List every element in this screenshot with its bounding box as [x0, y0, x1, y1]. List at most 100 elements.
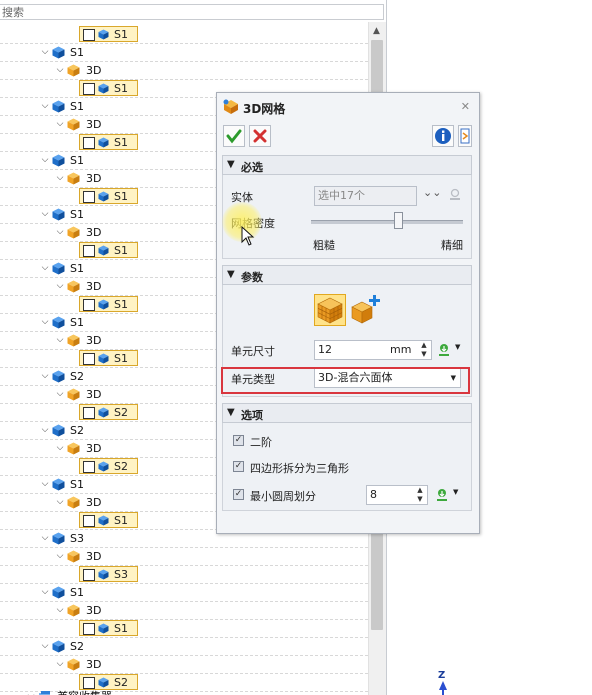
- tree-node-checkbox[interactable]: [83, 461, 95, 473]
- min-circle-dropdown-icon[interactable]: ▼: [453, 488, 458, 496]
- blue-cube-icon: [98, 677, 109, 688]
- chevron-down-icon[interactable]: ⌵: [55, 497, 65, 507]
- unit-size-input[interactable]: 12 mm ▲ ▼: [314, 340, 432, 360]
- chevron-down-icon[interactable]: ⌵: [55, 65, 65, 75]
- split-quad-checkbox[interactable]: ✓: [233, 461, 244, 472]
- tree-leaf-node[interactable]: S2: [79, 404, 138, 420]
- tree-node-checkbox[interactable]: [83, 299, 95, 311]
- unit-size-download-icon[interactable]: [437, 343, 451, 357]
- chevron-down-icon[interactable]: ⌵: [40, 101, 50, 111]
- section-options-header[interactable]: ▼ 选项: [222, 403, 472, 423]
- tree-node-checkbox[interactable]: [83, 191, 95, 203]
- tree-leaf-row[interactable]: S1: [0, 620, 368, 638]
- mesh-density-slider-thumb[interactable]: [393, 212, 403, 229]
- chevron-down-icon[interactable]: ⌵: [55, 659, 65, 669]
- tree-node-checkbox[interactable]: [83, 407, 95, 419]
- tree-node-checkbox[interactable]: [83, 29, 95, 41]
- tree-node-label: S2: [70, 424, 84, 437]
- tree-leaf-row[interactable]: S3: [0, 566, 368, 584]
- chevron-down-icon[interactable]: ⌵: [40, 209, 50, 219]
- chevron-down-icon[interactable]: ⌵: [40, 155, 50, 165]
- tree-collector-row[interactable]: ⌵ 兼容收集器: [0, 688, 368, 695]
- entity-filter-icon[interactable]: [448, 188, 462, 202]
- chevron-down-icon[interactable]: ⌵: [26, 691, 36, 695]
- chevron-down-icon[interactable]: ⌵: [40, 533, 50, 543]
- tree-body-row[interactable]: ⌵ S2: [0, 638, 368, 656]
- chevron-down-icon[interactable]: ⌵: [40, 641, 50, 651]
- mesh-density-slider-track[interactable]: [311, 220, 463, 224]
- min-circle-download-icon[interactable]: [435, 488, 449, 502]
- tree-body-row[interactable]: ⌵ S1: [0, 584, 368, 602]
- mesh-type-add-button[interactable]: [349, 294, 383, 326]
- chevron-down-icon[interactable]: ⌵: [40, 479, 50, 489]
- section-required-header[interactable]: ▼ 必选: [222, 155, 472, 175]
- tree-search-input[interactable]: 搜索: [0, 4, 384, 20]
- mesh-type-hexa-button[interactable]: [314, 294, 346, 326]
- second-order-checkbox[interactable]: ✓: [233, 435, 244, 446]
- ok-button[interactable]: [223, 125, 245, 147]
- tree-node-checkbox[interactable]: [83, 623, 95, 635]
- tree-leaf-node[interactable]: S3: [79, 566, 138, 582]
- tree-node-checkbox[interactable]: [83, 245, 95, 257]
- chevron-down-icon[interactable]: ⌵: [40, 371, 50, 381]
- tree-node-label: 3D: [86, 604, 102, 617]
- tree-leaf-node[interactable]: S1: [79, 26, 138, 42]
- chevron-down-icon[interactable]: ⌵: [55, 389, 65, 399]
- section-params-header[interactable]: ▼ 参数: [222, 265, 472, 285]
- tree-leaf-node[interactable]: S1: [79, 620, 138, 636]
- dialog-title-bar[interactable]: 3D网格 ✕: [217, 93, 479, 119]
- tree-node-checkbox[interactable]: [83, 353, 95, 365]
- tree-mesh-row[interactable]: ⌵ 3D: [0, 548, 368, 566]
- chevron-down-icon[interactable]: ⌵: [55, 605, 65, 615]
- tree-leaf-row[interactable]: S1: [0, 26, 368, 44]
- chevron-down-icon[interactable]: ⌵: [40, 317, 50, 327]
- tree-leaf-node[interactable]: S1: [79, 512, 138, 528]
- chevron-down-icon[interactable]: ⌵: [55, 443, 65, 453]
- chevron-down-icon[interactable]: ⌵: [55, 281, 65, 291]
- tree-leaf-node[interactable]: S1: [79, 188, 138, 204]
- tree-leaf-node[interactable]: S1: [79, 350, 138, 366]
- tree-node-label: S1: [70, 154, 84, 167]
- unit-size-spinner[interactable]: ▲ ▼: [419, 341, 429, 359]
- min-circle-input[interactable]: 8 ▲ ▼: [366, 485, 428, 505]
- chevron-down-icon[interactable]: ⌵: [55, 173, 65, 183]
- tree-leaf-label: S1: [114, 514, 128, 527]
- chevron-down-icon[interactable]: ⌵: [55, 335, 65, 345]
- chevron-down-icon[interactable]: ⌵: [40, 587, 50, 597]
- blue-cube-icon: [52, 208, 65, 221]
- tree-leaf-label: S3: [114, 568, 128, 581]
- tree-mesh-row[interactable]: ⌵ 3D: [0, 602, 368, 620]
- tree-leaf-node[interactable]: S1: [79, 134, 138, 150]
- tree-body-row[interactable]: ⌵ S1: [0, 44, 368, 62]
- chevron-down-icon[interactable]: ⌵: [40, 263, 50, 273]
- tree-leaf-node[interactable]: S1: [79, 296, 138, 312]
- cancel-button[interactable]: [249, 125, 271, 147]
- help-panel-button[interactable]: [458, 125, 472, 147]
- section-required-title: 必选: [241, 161, 263, 174]
- tree-node-checkbox[interactable]: [83, 137, 95, 149]
- tree-node-checkbox[interactable]: [83, 569, 95, 581]
- tree-leaf-node[interactable]: S1: [79, 242, 138, 258]
- min-circle-checkbox[interactable]: ✓: [233, 489, 244, 500]
- tree-node-checkbox[interactable]: [83, 83, 95, 95]
- chevron-down-icon[interactable]: ⌵: [55, 227, 65, 237]
- double-chevron-icon[interactable]: ⌄⌄: [423, 186, 441, 199]
- tree-mesh-row[interactable]: ⌵ 3D: [0, 62, 368, 80]
- chevron-down-icon[interactable]: ⌵: [40, 47, 50, 57]
- tree-mesh-row[interactable]: ⌵ 3D: [0, 656, 368, 674]
- info-button[interactable]: [432, 125, 454, 147]
- min-circle-spinner[interactable]: ▲ ▼: [415, 486, 425, 504]
- entity-select-field[interactable]: 选中17个: [314, 186, 417, 206]
- blue-cube-icon: [98, 83, 109, 94]
- scroll-up-icon[interactable]: ▲: [373, 26, 380, 36]
- tree-leaf-node[interactable]: S2: [79, 458, 138, 474]
- tree-leaf-node[interactable]: S1: [79, 80, 138, 96]
- chevron-down-icon[interactable]: ⌵: [40, 425, 50, 435]
- close-icon[interactable]: ✕: [461, 100, 470, 113]
- chevron-down-icon[interactable]: ⌵: [55, 119, 65, 129]
- chevron-down-icon[interactable]: ⌵: [55, 551, 65, 561]
- tree-node-label: 3D: [86, 658, 102, 671]
- unit-size-dropdown-icon[interactable]: ▼: [455, 343, 460, 351]
- density-max-label: 精细: [441, 239, 463, 252]
- tree-node-checkbox[interactable]: [83, 515, 95, 527]
